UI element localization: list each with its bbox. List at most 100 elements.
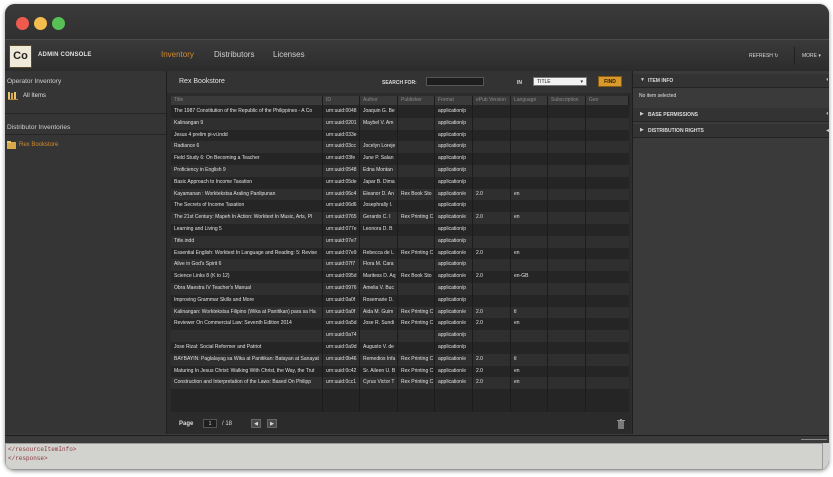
item-info-header[interactable]: ▼ ITEM INFO ◖	[633, 74, 829, 88]
table-row[interactable]: Radiance 6 urn:uuid:03cc Jocelyn Loreje app…	[171, 141, 629, 154]
table-cell	[586, 118, 629, 130]
maximize-window-button[interactable]	[52, 17, 65, 30]
table-cell: application/p	[438, 155, 467, 162]
table-cell: application/p	[438, 261, 467, 268]
table-cell: application/p	[438, 202, 467, 209]
table-cell: Maturing In Jesus Christ: Walking With C…	[174, 367, 315, 374]
window-titlebar	[5, 4, 829, 39]
table-row[interactable]: The 21st Century: Mapeh In Action: Workt…	[171, 212, 629, 224]
next-page-button[interactable]: ▶	[267, 419, 277, 428]
table-row[interactable]: Construction and Interpretation of the L…	[171, 377, 629, 390]
console-scrollbar[interactable]	[823, 443, 829, 470]
table-row[interactable]: Kalinangan: Worktekstsa Filipino (Wika a…	[171, 306, 629, 319]
table-cell	[511, 177, 548, 189]
nav-distributors[interactable]: Distributors	[214, 50, 254, 59]
column-header[interactable]: Geo	[586, 96, 629, 105]
table-row[interactable]: Alive in God's Spirit 6 urn:uuid:07f7 Flor…	[171, 259, 629, 272]
table-cell	[473, 153, 511, 165]
refresh-button[interactable]: REFRESH ↻	[749, 53, 779, 59]
nav-licenses[interactable]: Licenses	[273, 50, 305, 59]
sidebar-item-all-items[interactable]: All Items	[8, 91, 164, 103]
page-number-input[interactable]: 1	[203, 419, 217, 428]
table-cell	[398, 130, 435, 142]
table-row[interactable]: Basic Approach to Income Taxation urn:uui…	[171, 177, 629, 189]
minimize-window-button[interactable]	[34, 17, 47, 30]
table-cell	[473, 236, 511, 248]
column-header[interactable]: ePub Version	[473, 96, 511, 105]
table-row[interactable]: Field Study 6: On Becoming a Teacher urn:…	[171, 153, 629, 165]
table-cell: urn:uuid:0048	[326, 108, 357, 114]
table-cell	[548, 330, 586, 342]
table-cell: Construction and Interpretation of the L…	[174, 379, 312, 386]
table-cell: Radiance 6	[174, 143, 200, 150]
table-cell	[586, 189, 629, 201]
table-row[interactable]: The 1987 Constitution of the Republic of…	[171, 106, 629, 118]
table-row[interactable]: Maturing In Jesus Christ: Walking With C…	[171, 366, 629, 378]
table-row[interactable]: Learning and Living 5 urn:uuid:077e Leonor…	[171, 224, 629, 236]
table-cell: 2.0	[476, 355, 483, 362]
table-cell: urn:uuid:077e	[326, 226, 357, 232]
table-row[interactable]: Kalinangan 9 urn:uuid:0201 Maybel V. Am app…	[171, 117, 629, 130]
page-label: Page	[179, 421, 194, 427]
distribution-rights-header[interactable]: ▶ DISTRIBUTION RIGHTS ◂	[633, 124, 829, 138]
column-header[interactable]: Language	[511, 96, 548, 105]
column-header[interactable]: ID	[323, 96, 360, 105]
table-row[interactable]: Obra Maestra IV Teacher's Manual urn:uuid…	[171, 283, 629, 295]
table-row[interactable]: Science Links 8 (K to 12) urn:uuid:095d Ma…	[171, 271, 629, 283]
nav-inventory[interactable]: Inventory	[161, 50, 194, 59]
table-row[interactable]: urn:uuid:0a74 application/p	[171, 330, 629, 342]
search-field-select[interactable]: TITLE ▾	[533, 77, 587, 86]
table-cell: Eleanor D. An	[363, 190, 394, 197]
search-input[interactable]	[426, 77, 484, 86]
table-cell: application/e	[438, 367, 467, 374]
search-label: SEARCH FOR:	[382, 80, 417, 86]
table-cell: Reviewer On Commercial Law: Seventh Edit…	[174, 320, 292, 327]
table-row[interactable]: Improving Grammar Skills and More urn:uui…	[171, 295, 629, 307]
table-row[interactable]: Proficiency in English 9 urn:uuid:0548 Edn…	[171, 165, 629, 177]
resize-handle[interactable]	[801, 439, 827, 440]
table-cell	[548, 130, 586, 142]
column-header[interactable]: Subscription	[548, 96, 586, 105]
column-header[interactable]: Publisher	[398, 96, 435, 105]
table-cell	[511, 141, 548, 153]
more-button[interactable]: MORE ▾	[802, 53, 821, 59]
table-cell: application/p	[438, 108, 467, 114]
table-cell	[398, 330, 435, 342]
column-divider	[434, 96, 435, 412]
previous-page-button[interactable]: ◀	[251, 419, 261, 428]
table-cell: Leonora D. B	[363, 226, 393, 232]
close-window-button[interactable]	[16, 17, 29, 30]
column-header[interactable]: Author	[360, 96, 398, 105]
table-row[interactable]: Jesus 4 prelim pi-vi.indd urn:uuid:033e ap…	[171, 130, 629, 142]
table-row[interactable]: Title.indd urn:uuid:07e7 application/p	[171, 235, 629, 248]
find-button[interactable]: FIND	[598, 76, 622, 87]
table-cell	[586, 141, 629, 153]
table-cell	[473, 283, 511, 295]
inventory-toolbar: Rex Bookstore SEARCH FOR: IN TITLE ▾ FIND	[167, 71, 631, 93]
table-row[interactable]: BAYBAYIN: Paglalayag sa Wika at Panitika…	[171, 353, 629, 366]
table-cell	[586, 130, 629, 142]
table-cell: Gerardo C. I	[363, 214, 391, 221]
table-cell: Josephrally I.	[363, 202, 393, 209]
main-area: Operator Inventory All Items Distributor…	[5, 71, 829, 434]
sidebar-item-rex-bookstore[interactable]: Rex Bookstore	[5, 140, 166, 152]
table-row[interactable]: Essential English: Worktext In Language …	[171, 248, 629, 260]
table-row[interactable]: Jose Rizal: Social Reformer and Patriot u…	[171, 342, 629, 354]
table-cell: Rex Printing C	[401, 214, 434, 221]
base-permissions-header[interactable]: ▶ BASE PERMISSIONS ◖	[633, 108, 829, 122]
trash-icon[interactable]	[617, 419, 625, 429]
table-cell: Remedios Infa	[363, 355, 396, 362]
table-cell: tl	[514, 308, 517, 315]
table-cell	[586, 318, 629, 330]
table-row[interactable]: Reviewer On Commercial Law: Seventh Edit…	[171, 318, 629, 330]
table-cell	[398, 295, 435, 307]
column-header[interactable]: Format	[435, 96, 473, 105]
console-output[interactable]: </resourceItemInfo> </response>	[5, 443, 823, 470]
table-cell	[586, 224, 629, 236]
table-row[interactable]: Kayamanan : Worktekstsa Araling Panlipun…	[171, 188, 629, 201]
table-cell	[360, 236, 398, 248]
table-cell	[473, 141, 511, 153]
column-header[interactable]: Title	[171, 96, 323, 105]
table-cell	[473, 200, 511, 212]
table-row[interactable]: The Secrets of Income Taxation urn:uuid:0…	[171, 200, 629, 212]
